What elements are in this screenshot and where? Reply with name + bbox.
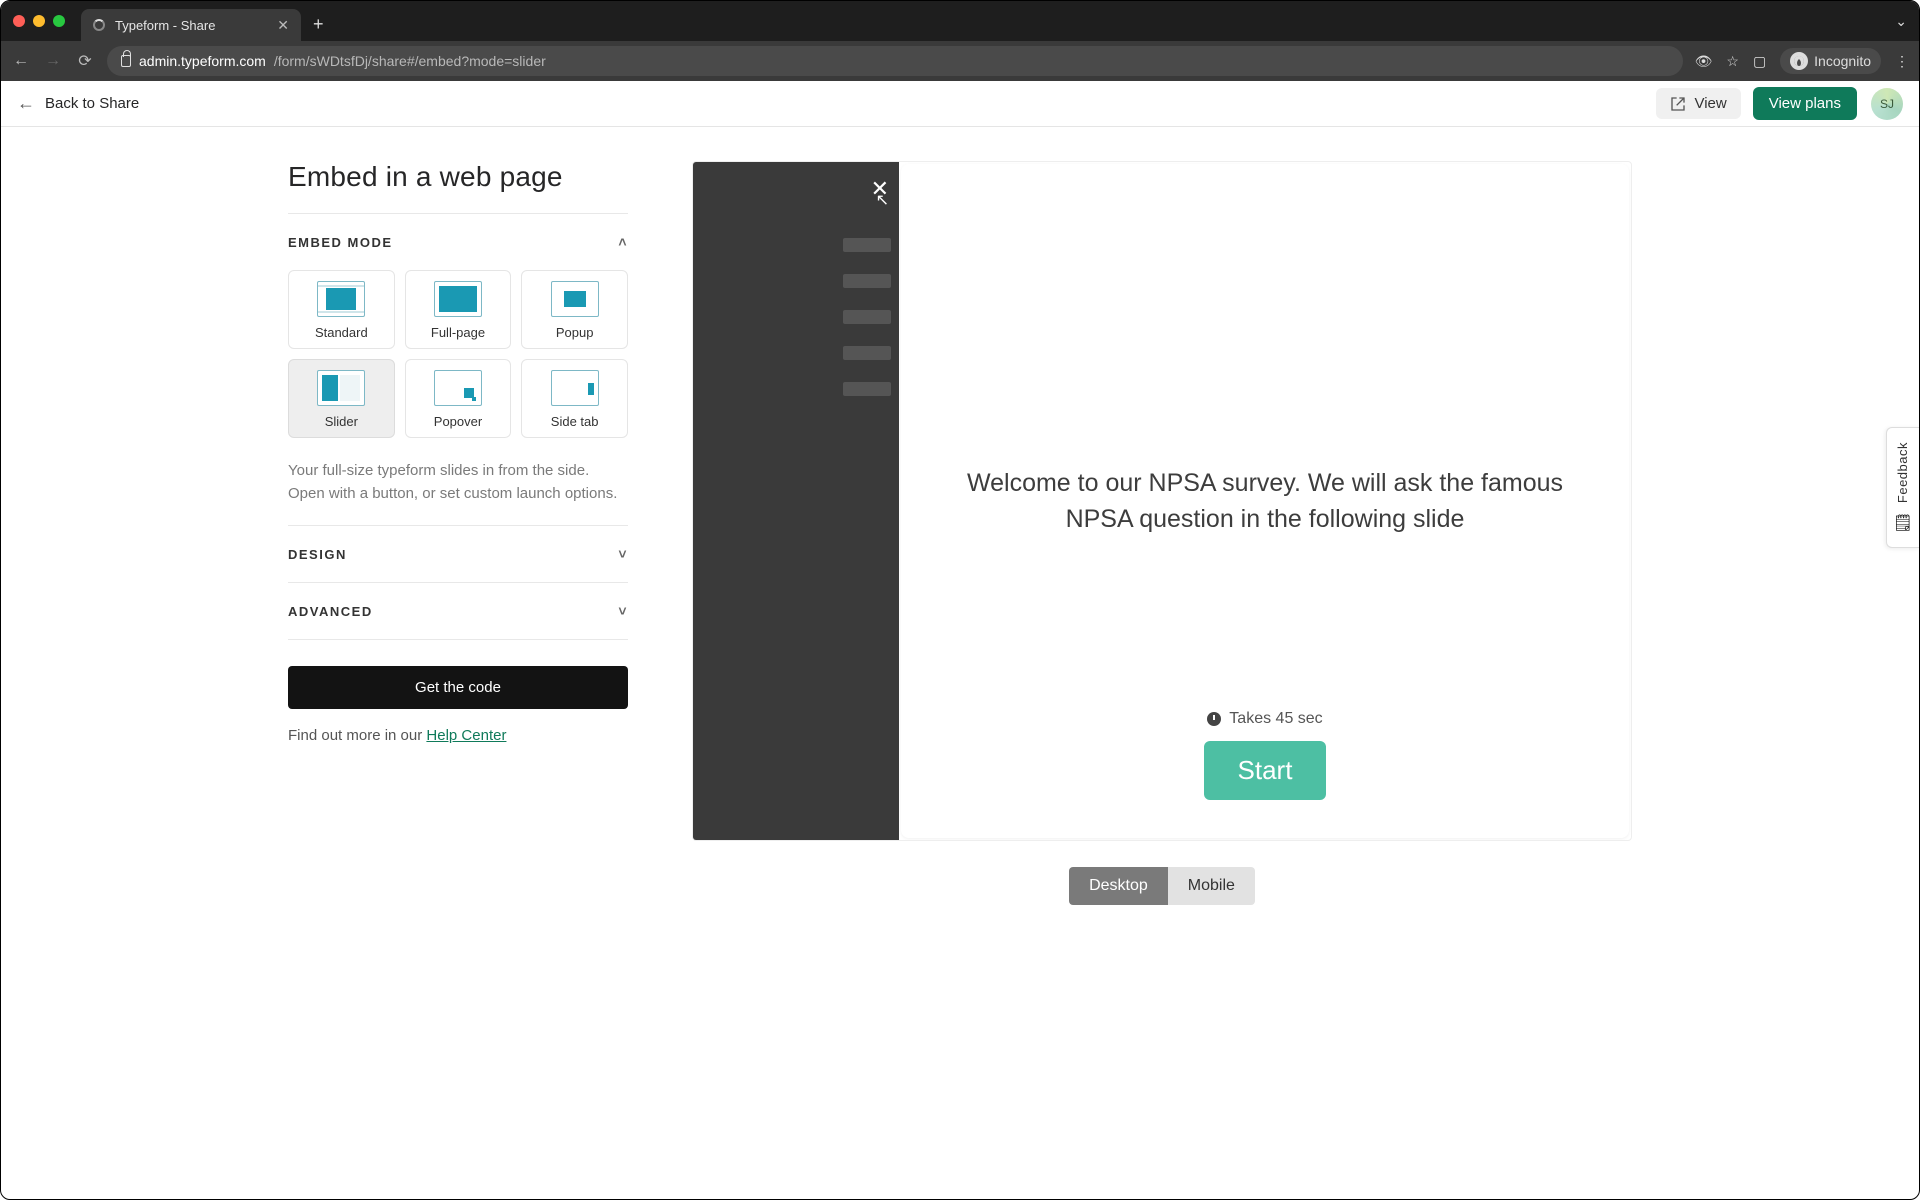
incognito-label: Incognito	[1814, 53, 1871, 69]
section-design[interactable]: DESIGN ˅	[288, 546, 628, 562]
mode-slider[interactable]: Slider	[288, 359, 395, 438]
chevron-down-icon: ˅	[618, 546, 628, 562]
tab-title: Typeform - Share	[115, 18, 215, 33]
mode-popup-thumb-icon	[551, 281, 599, 317]
get-code-label: Get the code	[415, 679, 501, 696]
mode-sidetab-thumb-icon	[551, 370, 599, 406]
section-advanced[interactable]: ADVANCED ˅	[288, 603, 628, 619]
help-prefix: Find out more in our	[288, 727, 426, 744]
section-label: DESIGN	[288, 547, 347, 562]
url-path: /form/sWDtsfDj/share#/embed?mode=slider	[274, 53, 546, 69]
divider	[288, 525, 628, 526]
welcome-text: Welcome to our NPSA survey. We will ask …	[955, 465, 1575, 538]
back-to-share-link[interactable]: ← Back to Share	[17, 93, 139, 114]
note-icon: 🗒	[1893, 513, 1913, 533]
eye-off-icon[interactable]: 👁︎	[1695, 53, 1713, 70]
divider	[288, 582, 628, 583]
forward-icon[interactable]: →	[43, 52, 63, 70]
back-icon[interactable]: ←	[11, 52, 31, 70]
feedback-label: Feedback	[1895, 442, 1910, 503]
device-desktop-button[interactable]: Desktop	[1069, 867, 1168, 905]
mode-label: Standard	[315, 325, 368, 340]
chevron-down-icon: ˅	[618, 603, 628, 619]
mode-label: Full-page	[431, 325, 485, 340]
reload-icon[interactable]: ⟳	[75, 51, 95, 71]
section-label: ADVANCED	[288, 604, 373, 619]
mode-sidetab[interactable]: Side tab	[521, 359, 628, 438]
maximize-window-icon[interactable]	[53, 15, 65, 27]
avatar-initials: SJ	[1880, 97, 1894, 111]
tab-close-icon[interactable]: ✕	[277, 18, 289, 32]
star-icon[interactable]: ☆	[1726, 53, 1739, 70]
mode-label: Popup	[556, 325, 594, 340]
preview-stage: ✕ ↖ Welcome to our NPSA survey. We will …	[692, 161, 1632, 841]
close-window-icon[interactable]	[13, 15, 25, 27]
section-embed-mode[interactable]: EMBED MODE ˄	[288, 234, 628, 250]
app-bar: ← Back to Share View View plans SJ	[1, 81, 1919, 127]
mode-popover[interactable]: Popover	[405, 359, 512, 438]
device-toggle: Desktop Mobile	[1069, 867, 1255, 905]
url-host: admin.typeform.com	[139, 53, 266, 69]
url-field[interactable]: admin.typeform.com/form/sWDtsfDj/share#/…	[107, 46, 1683, 76]
avatar[interactable]: SJ	[1871, 88, 1903, 120]
help-center-link[interactable]: Help Center	[426, 727, 506, 744]
kebab-menu-icon[interactable]: ⋮	[1895, 53, 1909, 70]
preview: ✕ ↖ Welcome to our NPSA survey. We will …	[692, 161, 1632, 1199]
embed-mode-grid: Standard Full-page Popup Slider Popover	[288, 270, 628, 438]
minimize-window-icon[interactable]	[33, 15, 45, 27]
content: Embed in a web page EMBED MODE ˄ Standar…	[1, 127, 1919, 1199]
mode-popover-thumb-icon	[434, 370, 482, 406]
mode-standard[interactable]: Standard	[288, 270, 395, 349]
typeform-slide-panel: Welcome to our NPSA survey. We will ask …	[901, 164, 1629, 838]
address-bar: ← → ⟳ admin.typeform.com/form/sWDtsfDj/s…	[1, 41, 1919, 81]
cursor-icon: ↖	[876, 190, 889, 210]
view-label: View	[1694, 95, 1726, 112]
browser-chrome: Typeform - Share ✕ + ⌄ ← → ⟳ admin.typef…	[1, 1, 1919, 81]
external-link-icon	[1670, 96, 1686, 112]
start-button[interactable]: Start	[1204, 741, 1327, 800]
chevron-down-icon[interactable]: ⌄	[1895, 13, 1907, 30]
browser-tab[interactable]: Typeform - Share ✕	[81, 9, 301, 41]
feedback-tab[interactable]: Feedback 🗒	[1886, 427, 1919, 548]
lock-icon	[121, 55, 131, 67]
preview-backdrop: ✕ ↖	[693, 162, 899, 840]
view-button[interactable]: View	[1656, 88, 1740, 119]
mode-description: Your full-size typeform slides in from t…	[288, 460, 628, 505]
help-line: Find out more in our Help Center	[288, 727, 628, 744]
arrow-left-icon: ←	[17, 93, 35, 114]
divider	[288, 639, 628, 640]
duration-label: Takes 45 sec	[1207, 710, 1322, 728]
divider	[288, 213, 628, 214]
incognito-badge[interactable]: Incognito	[1780, 48, 1881, 74]
incognito-icon	[1790, 52, 1808, 70]
mode-slider-thumb-icon	[317, 370, 365, 406]
device-mobile-button[interactable]: Mobile	[1168, 867, 1255, 905]
mode-fullpage-thumb-icon	[434, 281, 482, 317]
page-title: Embed in a web page	[288, 161, 628, 193]
new-tab-button[interactable]: +	[313, 14, 324, 35]
get-the-code-button[interactable]: Get the code	[288, 666, 628, 709]
view-plans-button[interactable]: View plans	[1753, 87, 1857, 120]
start-label: Start	[1238, 755, 1293, 785]
plans-label: View plans	[1769, 95, 1841, 112]
window-controls[interactable]	[13, 15, 65, 27]
mode-standard-thumb-icon	[317, 281, 365, 317]
back-label: Back to Share	[45, 95, 139, 112]
mode-label: Popover	[434, 414, 482, 429]
mode-fullpage[interactable]: Full-page	[405, 270, 512, 349]
embed-settings-panel: Embed in a web page EMBED MODE ˄ Standar…	[288, 161, 628, 1199]
section-label: EMBED MODE	[288, 235, 393, 250]
mode-label: Side tab	[551, 414, 599, 429]
clock-icon	[1207, 712, 1221, 726]
mode-popup[interactable]: Popup	[521, 270, 628, 349]
panel-icon[interactable]: ▢	[1753, 53, 1766, 70]
takes-text: Takes 45 sec	[1229, 710, 1322, 728]
chevron-up-icon: ˄	[618, 234, 628, 250]
tab-strip: Typeform - Share ✕ + ⌄	[1, 1, 1919, 41]
mode-label: Slider	[325, 414, 358, 429]
loading-spinner-icon	[93, 19, 105, 31]
placeholder-lines	[843, 238, 891, 396]
